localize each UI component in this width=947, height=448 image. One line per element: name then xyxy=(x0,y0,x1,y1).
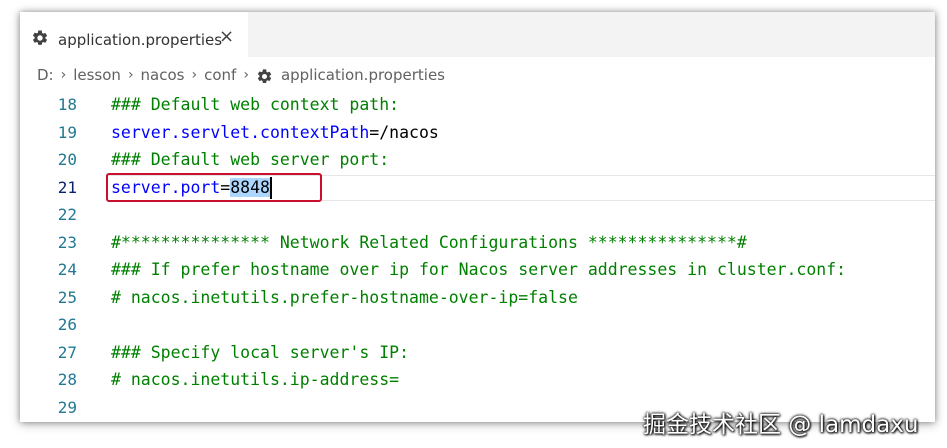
tab-bar: application.properties × xyxy=(20,12,935,57)
comment-token: # nacos.inetutils.prefer-hostname-over-i… xyxy=(111,287,578,307)
code-line[interactable]: 22 xyxy=(20,201,935,228)
line-number: 19 xyxy=(57,122,77,142)
tab-application-properties[interactable]: application.properties × xyxy=(20,12,248,57)
tab-label: application.properties xyxy=(58,31,223,49)
comment-token: ### Default web server port: xyxy=(111,150,390,169)
breadcrumb-item-nacos[interactable]: nacos xyxy=(141,66,185,84)
line-number: 27 xyxy=(57,342,77,362)
line-number: 28 xyxy=(57,370,77,389)
line-number: 24 xyxy=(57,260,77,279)
code-line[interactable]: 19 server.servlet.contextPath=/nacos xyxy=(20,119,935,146)
comment-token: #*************** Network Related Configu… xyxy=(111,232,747,252)
chevron-right-icon: › xyxy=(243,67,249,83)
gear-icon xyxy=(257,68,272,83)
value-token: =/nacos xyxy=(369,122,439,142)
code-line[interactable]: 27 ### Specify local server's IP: xyxy=(20,339,935,366)
comment-token: ### Specify local server's IP: xyxy=(111,342,410,362)
code-line[interactable]: 25 # nacos.inetutils.prefer-hostname-over… xyxy=(20,284,935,311)
line-number: 22 xyxy=(57,205,77,224)
breadcrumb-item-conf[interactable]: conf xyxy=(204,66,236,84)
highlight-annotation-box xyxy=(106,173,322,202)
code-editor[interactable]: 18 ### Default web context path: 19 server.… xyxy=(20,91,935,422)
code-line[interactable]: 20 ### Default web server port: xyxy=(20,146,935,173)
code-line[interactable]: 23 #*************** Network Related Confi… xyxy=(20,229,935,256)
code-line[interactable]: 18 ### Default web context path: xyxy=(20,91,935,118)
code-line[interactable]: 28 # nacos.inetutils.ip-address= xyxy=(20,366,935,393)
property-key-token: server.servlet.contextPath xyxy=(111,122,370,142)
comment-token: # nacos.inetutils.ip-address= xyxy=(111,370,400,389)
chevron-right-icon: › xyxy=(191,67,198,83)
breadcrumb-item-lesson[interactable]: lesson xyxy=(73,66,121,84)
code-line[interactable]: 24 ### If prefer hostname over ip for Nac… xyxy=(20,256,935,283)
line-number: 26 xyxy=(57,315,77,334)
line-code: server.servlet.contextPath=/nacos xyxy=(111,123,439,142)
line-number: 29 xyxy=(57,397,77,417)
breadcrumb-item-drive[interactable]: D: xyxy=(37,66,54,84)
close-icon[interactable]: × xyxy=(219,28,234,46)
line-number: 25 xyxy=(57,287,77,307)
line-code: ### Default web server port: xyxy=(111,150,389,169)
line-code: ### Default web context path: xyxy=(111,95,399,114)
watermark: 掘金技术社区 @ lamdaxu xyxy=(643,412,919,438)
line-code: # nacos.inetutils.ip-address= xyxy=(111,370,399,389)
chevron-right-icon: › xyxy=(127,67,134,83)
line-number: 23 xyxy=(57,232,77,252)
line-code: ### Specify local server's IP: xyxy=(111,343,409,362)
line-code: ### If prefer hostname over ip for Nacos… xyxy=(111,260,846,279)
code-line[interactable]: 26 xyxy=(20,311,935,338)
breadcrumb-item-file[interactable]: application.properties xyxy=(281,66,445,84)
line-number: 18 xyxy=(57,95,77,114)
comment-token: ### Default web context path: xyxy=(111,95,400,114)
line-number: 20 xyxy=(57,150,77,169)
editor-window: application.properties × D: › lesson › n… xyxy=(20,12,935,422)
line-number: 21 xyxy=(57,177,77,197)
line-code: # nacos.inetutils.prefer-hostname-over-i… xyxy=(111,288,578,307)
breadcrumb: D: › lesson › nacos › conf › application… xyxy=(37,65,445,85)
chevron-right-icon: › xyxy=(60,67,67,83)
line-code: #*************** Network Related Configu… xyxy=(111,233,747,252)
comment-token: ### If prefer hostname over ip for Nacos… xyxy=(111,260,847,279)
gear-icon xyxy=(32,30,48,45)
